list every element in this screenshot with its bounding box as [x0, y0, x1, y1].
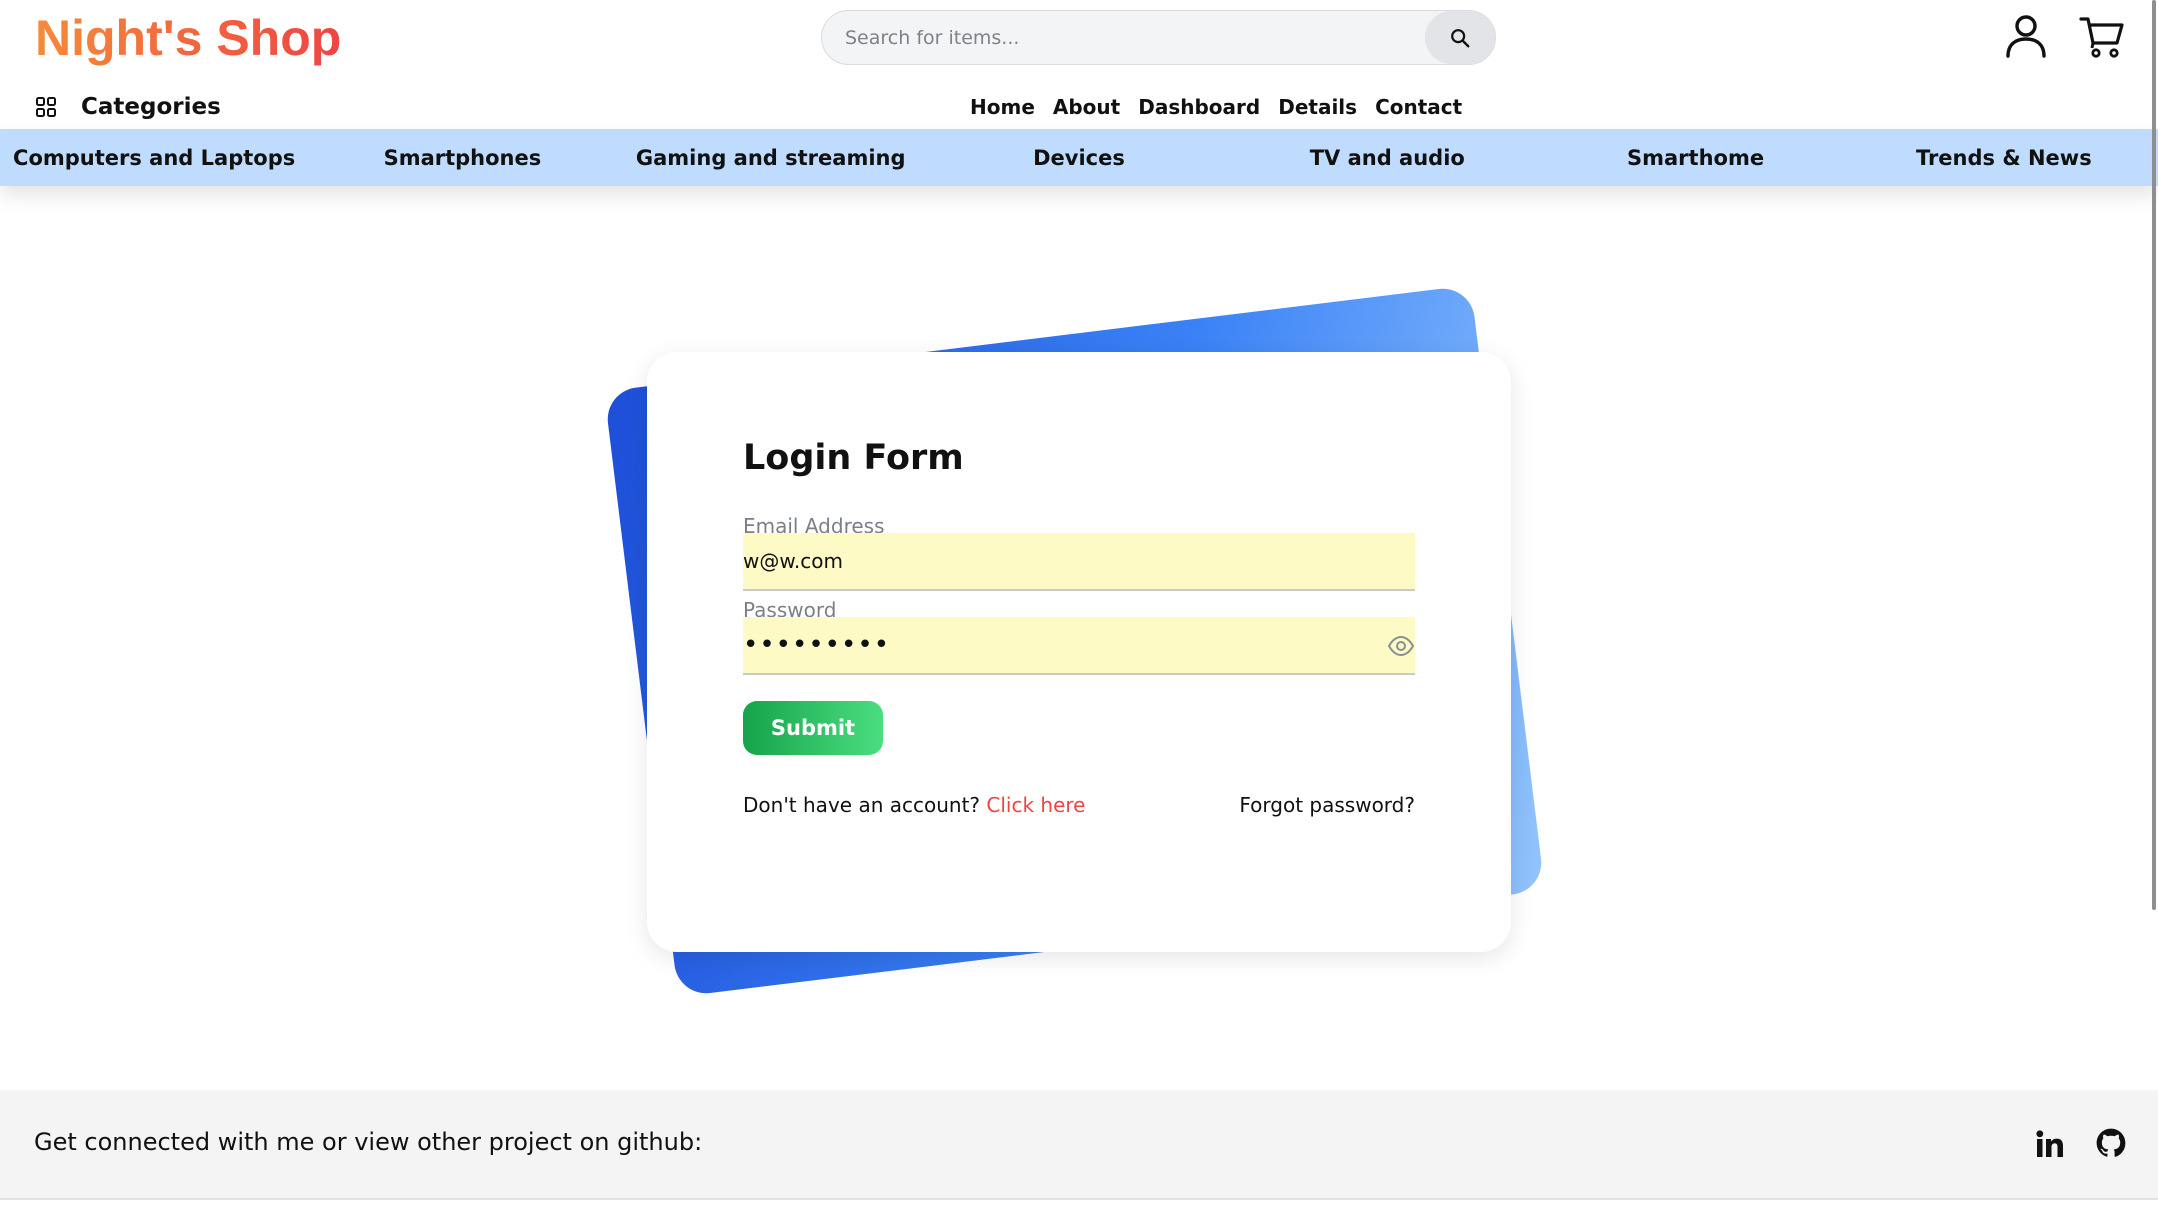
email-field-wrapper [743, 533, 1415, 591]
cart-icon[interactable] [2079, 15, 2125, 59]
category-bar: Computers and Laptops Smartphones Gaming… [0, 129, 2158, 186]
password-field[interactable] [743, 617, 1415, 673]
search-input[interactable] [822, 11, 1425, 64]
search-bar [821, 10, 1496, 65]
search-button[interactable] [1425, 11, 1495, 64]
grid-icon [36, 97, 56, 117]
main-nav: Home About Dashboard Details Contact [970, 90, 1480, 124]
category-gaming-streaming[interactable]: Gaming and streaming [617, 146, 925, 170]
nav-home[interactable]: Home [970, 95, 1035, 119]
user-icon[interactable] [2005, 14, 2047, 58]
signup-prompt: Don't have an account? Click here [743, 793, 1085, 817]
signup-link[interactable]: Click here [986, 793, 1085, 817]
site-logo[interactable]: Night's Shop [35, 8, 341, 68]
search-icon [1451, 28, 1470, 47]
linkedin-icon[interactable] [2036, 1130, 2064, 1158]
no-account-text: Don't have an account? [743, 793, 981, 817]
site-header: Night's Shop Categories Home About Da [0, 0, 2158, 186]
github-icon[interactable] [2096, 1128, 2126, 1158]
page-scrollbar[interactable] [2152, 0, 2156, 910]
nav-details[interactable]: Details [1278, 95, 1357, 119]
category-devices[interactable]: Devices [925, 146, 1233, 170]
submit-button[interactable]: Submit [743, 701, 883, 755]
categories-label: Categories [81, 94, 221, 120]
nav-dashboard[interactable]: Dashboard [1138, 95, 1260, 119]
form-title: Login Form [743, 438, 964, 478]
categories-toggle[interactable]: Categories [35, 90, 221, 124]
nav-contact[interactable]: Contact [1375, 95, 1462, 119]
category-trends-news[interactable]: Trends & News [1850, 146, 2158, 170]
category-smarthome[interactable]: Smarthome [1541, 146, 1849, 170]
nav-about[interactable]: About [1053, 95, 1120, 119]
password-field-wrapper [743, 617, 1415, 675]
site-footer: Get connected with me or view other proj… [0, 1090, 2158, 1200]
category-smartphones[interactable]: Smartphones [308, 146, 616, 170]
footer-text: Get connected with me or view other proj… [34, 1128, 703, 1156]
category-computers-laptops[interactable]: Computers and Laptops [0, 146, 308, 170]
login-form: Login Form Email Address Password Submit… [647, 352, 1511, 952]
email-field[interactable] [743, 533, 1415, 589]
eye-icon[interactable] [1387, 633, 1415, 659]
forgot-password-link[interactable]: Forgot password? [1239, 793, 1415, 817]
category-tv-audio[interactable]: TV and audio [1233, 146, 1541, 170]
